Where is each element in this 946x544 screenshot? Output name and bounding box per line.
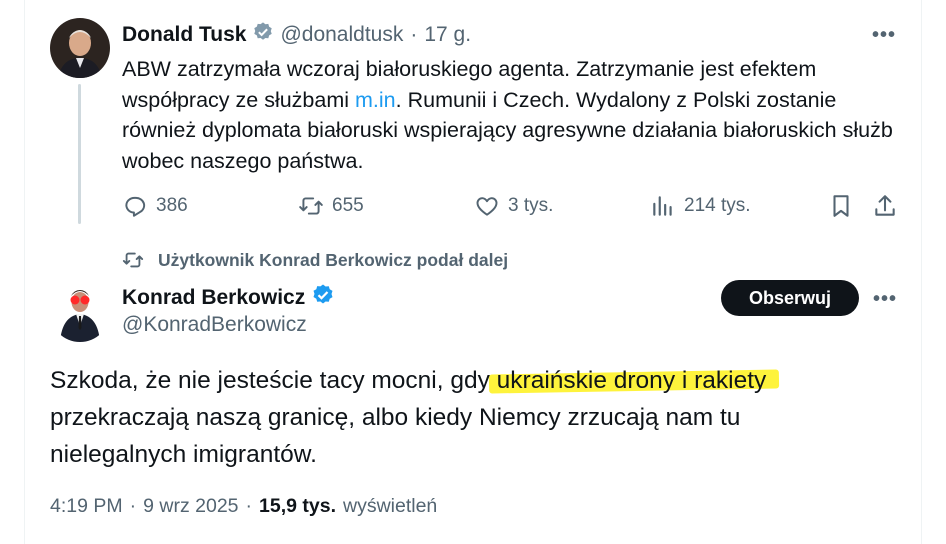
- repost-icon: [299, 197, 323, 215]
- like-count: 3 tys.: [508, 195, 554, 216]
- repost-indicator-label: Użytkownik Konrad Berkowicz podał dalej: [158, 249, 509, 270]
- tweet-text-part: Szkoda, że nie jesteście tacy mocni, gdy: [50, 367, 497, 394]
- separator-dot: ·: [129, 495, 137, 517]
- tweet2-header: Konrad Berkowicz: [122, 283, 341, 312]
- like-icon: [476, 197, 498, 216]
- tweet1-text: ABW zatrzymała wczoraj białoruskiego age…: [122, 54, 912, 176]
- verified-badge-icon: [311, 283, 335, 312]
- tweet-time[interactable]: 4:19 PM: [50, 495, 123, 518]
- repost-icon: [122, 252, 144, 268]
- repost-count: 655: [332, 195, 364, 216]
- author-handle[interactable]: @KonradBerkowicz: [122, 313, 307, 337]
- tweet-timestamp[interactable]: 17 g.: [424, 23, 471, 47]
- views-count: 15,9 tys.: [259, 495, 336, 517]
- more-icon[interactable]: •••: [872, 24, 896, 47]
- tweet2-meta: 4:19 PM · 9 wrz 2025 · 15,9 tys. wyświet…: [50, 495, 437, 518]
- views-count: 214 tys.: [684, 195, 751, 216]
- author-handle[interactable]: @donaldtusk: [280, 23, 403, 47]
- repost-indicator[interactable]: Użytkownik Konrad Berkowicz podał dalej: [122, 249, 508, 271]
- tweet2-text: Szkoda, że nie jesteście tacy mocni, gdy…: [50, 362, 870, 473]
- author-name[interactable]: Konrad Berkowicz: [122, 286, 305, 310]
- reply-button[interactable]: 386: [122, 193, 188, 219]
- bookmark-icon: [833, 195, 849, 217]
- views-button[interactable]: 214 tys.: [650, 193, 751, 219]
- separator-dot: ·: [410, 22, 418, 46]
- reply-icon: [125, 196, 146, 217]
- author-name[interactable]: Donald Tusk: [122, 23, 246, 47]
- separator-dot: ·: [245, 495, 253, 517]
- tweet-link[interactable]: m.in: [355, 88, 396, 112]
- share-button[interactable]: [872, 193, 906, 219]
- thread-connector-line: [78, 84, 81, 224]
- views-label: wyświetleń: [343, 495, 438, 517]
- share-icon: [875, 195, 895, 216]
- verified-badge-icon: [252, 21, 274, 48]
- follow-button[interactable]: Obserwuj: [721, 280, 859, 316]
- more-icon[interactable]: •••: [873, 288, 897, 311]
- avatar-konrad-berkowicz[interactable]: [50, 282, 110, 342]
- tweet1-actions: 386 655 3 tys. 214 tys.: [122, 193, 898, 223]
- tweet2-handle-row: @KonradBerkowicz: [122, 313, 307, 337]
- bookmark-button[interactable]: [828, 193, 862, 219]
- like-button[interactable]: 3 tys.: [474, 193, 553, 219]
- tweet-text-part: przekraczają naszą granicę, albo kiedy N…: [50, 404, 741, 468]
- avatar-donald-tusk[interactable]: [50, 18, 110, 78]
- reply-count: 386: [156, 195, 188, 216]
- tweet1-header: Donald Tusk @donaldtusk · 17 g.: [122, 21, 471, 48]
- repost-button[interactable]: 655: [298, 193, 364, 219]
- tweet-date[interactable]: 9 wrz 2025: [143, 495, 238, 518]
- views-icon: [653, 196, 672, 216]
- highlighted-text: ukraińskie drony i rakiety: [496, 367, 767, 394]
